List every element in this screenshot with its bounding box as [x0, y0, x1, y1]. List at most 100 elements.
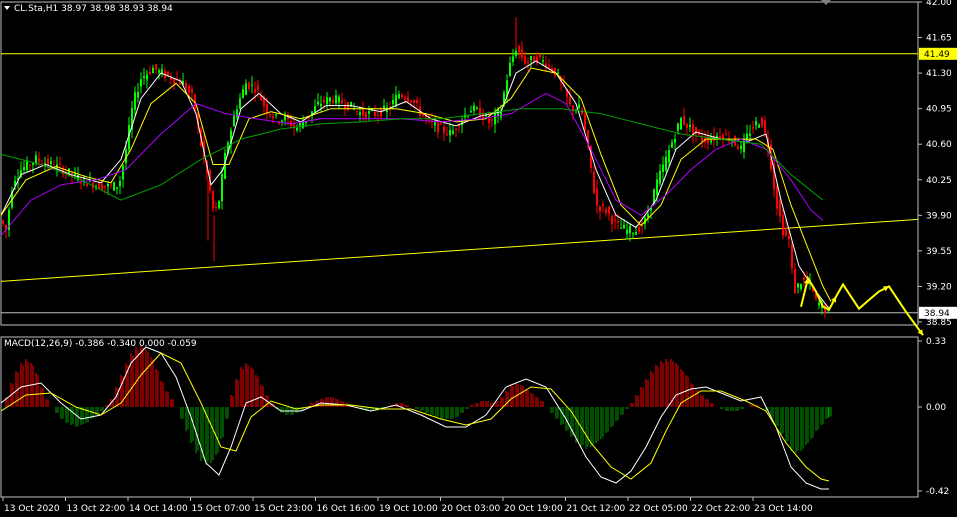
candle-body	[272, 116, 274, 119]
candle-body	[86, 183, 88, 187]
candle-body	[473, 105, 475, 111]
candle-body	[701, 136, 703, 142]
candle-body	[47, 158, 49, 166]
candle-body	[218, 201, 220, 209]
candle-body	[404, 97, 406, 100]
time-tick-label: 22 Oct 22:00	[692, 504, 751, 514]
candle-body	[233, 115, 235, 127]
candle-body	[212, 191, 214, 209]
candle-body	[29, 165, 31, 167]
candle-body	[173, 78, 175, 84]
candle-body	[443, 126, 445, 133]
candle-body	[776, 185, 778, 209]
candle-body	[611, 216, 613, 225]
macd-axis: 0.33 0.00 -0.42	[918, 337, 949, 497]
candle-body	[647, 214, 649, 218]
candle-body	[59, 163, 61, 165]
price-tick-label: 40.25	[926, 176, 952, 186]
candle-body	[113, 182, 115, 191]
candle-body	[677, 123, 679, 131]
time-tick-label: 13 Oct 22:00	[67, 504, 126, 514]
candle-body	[449, 130, 451, 136]
candle-body	[626, 229, 628, 234]
candle-body	[332, 99, 334, 104]
candle-body	[662, 164, 664, 173]
candle-body	[455, 129, 457, 131]
candle-body	[509, 62, 511, 76]
candle-body	[788, 235, 790, 240]
candle-body	[251, 84, 253, 86]
candle-body	[440, 123, 442, 125]
chart-canvas[interactable]: 41.4938.94 42.0041.6541.3040.9540.6040.2…	[0, 0, 957, 517]
candle-body	[623, 225, 625, 229]
candle-body	[797, 283, 799, 288]
candle-body	[284, 115, 286, 121]
candle-body	[542, 60, 544, 62]
candle-body	[191, 89, 193, 93]
time-tick-label: 21 Oct 12:00	[567, 504, 626, 514]
candle-body	[35, 155, 37, 164]
candle-body	[518, 45, 520, 52]
candle-body	[152, 67, 154, 74]
time-tick-label: 15 Oct 23:00	[254, 504, 313, 514]
candle-body	[155, 64, 157, 70]
candle-body	[659, 170, 661, 184]
candle-body	[356, 111, 358, 113]
candle-body	[242, 89, 244, 98]
candle-body	[107, 184, 109, 187]
candle-body	[593, 171, 595, 194]
macd-header: MACD(12,26,9) -0.386 -0.340 0.000 -0.059	[4, 339, 197, 349]
candle-body	[524, 55, 526, 64]
candle-body	[326, 97, 328, 105]
candle-body	[695, 126, 697, 135]
candle-body	[329, 97, 331, 102]
candle-body	[488, 118, 490, 123]
price-tick-label: 41.65	[926, 34, 952, 44]
price-tick-label: 40.95	[926, 105, 952, 115]
candle-body	[620, 227, 622, 229]
candle-body	[110, 184, 112, 186]
candle-body	[116, 187, 118, 189]
candle-body	[719, 136, 721, 139]
candle-body	[362, 109, 364, 116]
candle-body	[26, 160, 28, 171]
candle-body	[335, 95, 337, 104]
candle-body	[158, 70, 160, 73]
candle-body	[302, 122, 304, 129]
candle-body	[98, 182, 100, 189]
candle-body	[446, 133, 448, 135]
candle-body	[494, 113, 496, 125]
candle-body	[299, 122, 301, 126]
candle-body	[245, 83, 247, 96]
candle-body	[764, 120, 766, 133]
candle-body	[761, 117, 763, 127]
candle-body	[392, 100, 394, 105]
price-tick-label: 40.60	[926, 140, 952, 150]
candle-body	[710, 140, 712, 143]
candle-body	[635, 232, 637, 235]
candle-body	[599, 206, 601, 212]
candle-body	[266, 103, 268, 114]
candle-body	[515, 50, 517, 56]
candle-body	[491, 119, 493, 121]
candle-body	[260, 96, 262, 101]
price-tick-label: 42.00	[926, 0, 952, 8]
time-axis[interactable]: 13 Oct 2020 13 Oct 22:00 14 Oct 14:00 15 Oc…	[2, 497, 813, 514]
candle-body	[239, 98, 241, 109]
time-tick-label: 20 Oct 03:00	[442, 504, 501, 514]
candle-body	[215, 206, 217, 208]
candle-body	[752, 127, 754, 129]
time-tick-label: 14 Oct 14:00	[129, 504, 188, 514]
candle-body	[185, 82, 187, 91]
candle-body	[50, 161, 52, 165]
macd-panel[interactable]	[0, 336, 919, 498]
candle-body	[629, 225, 631, 234]
candle-body	[740, 145, 742, 149]
time-tick-label: 19 Oct 10:00	[379, 504, 438, 514]
candle-body	[779, 200, 781, 217]
candle-body	[638, 227, 640, 233]
time-tick-label: 13 Oct 2020	[4, 504, 60, 514]
candle-body	[434, 122, 436, 126]
candle-body	[749, 133, 751, 136]
candle-body	[368, 111, 370, 114]
